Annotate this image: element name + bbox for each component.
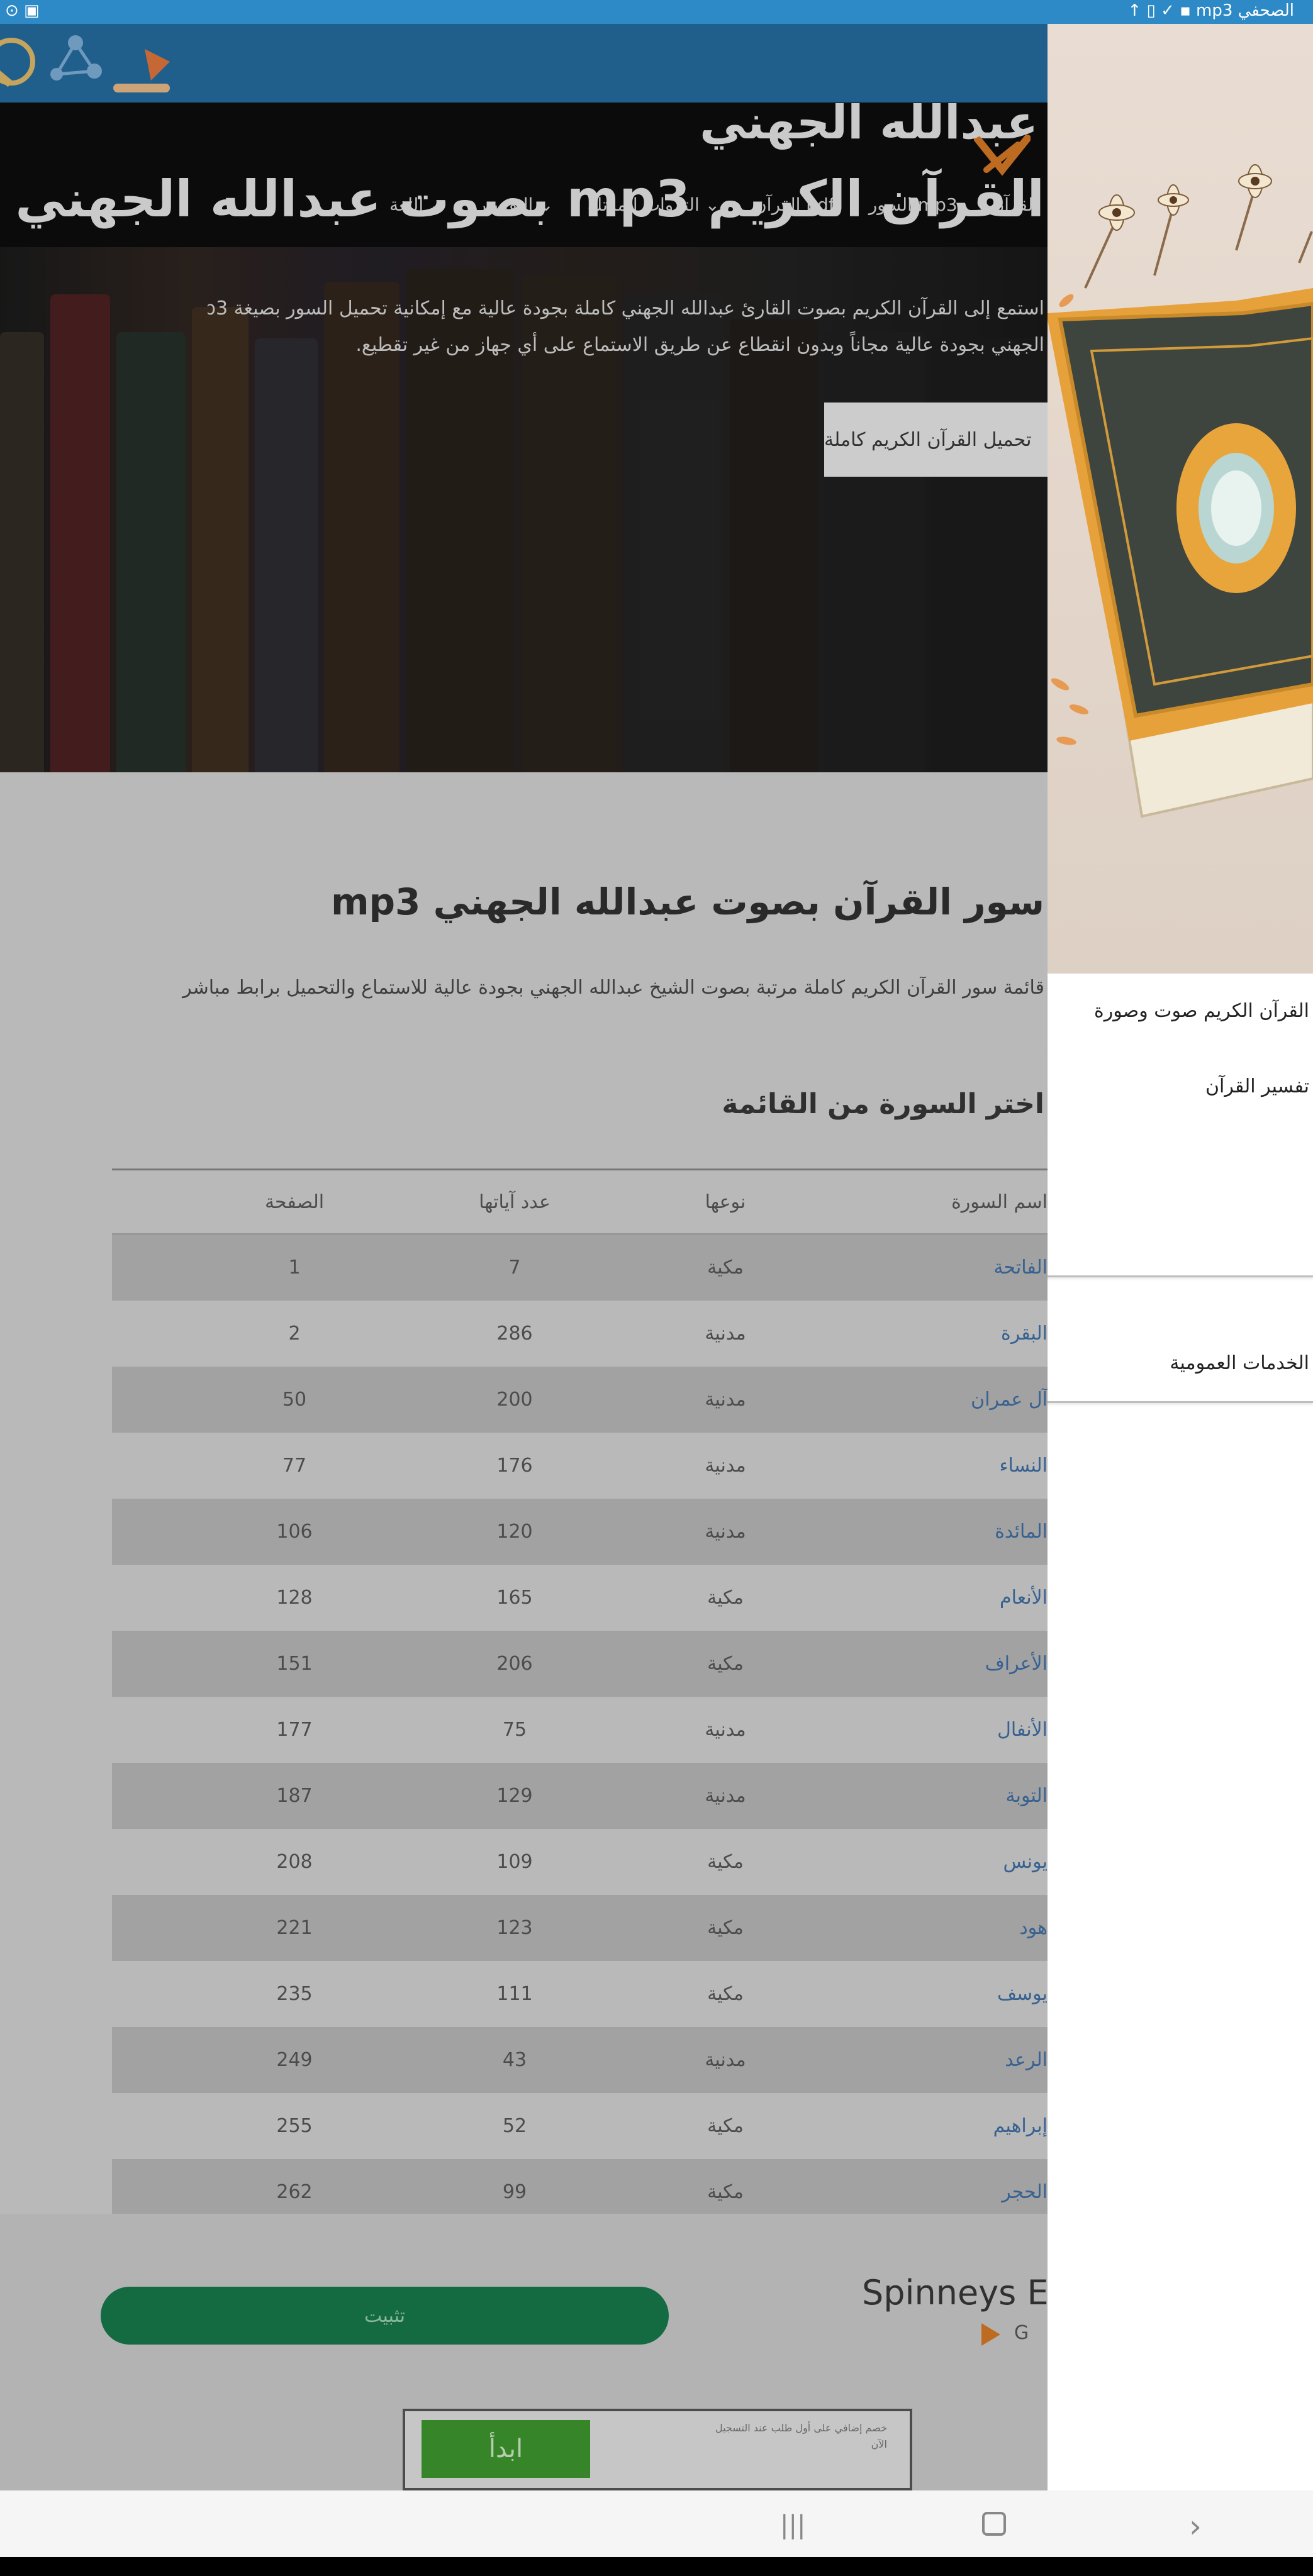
home-icon[interactable] [982,2512,1006,2536]
drawer-item-quran-audio-video[interactable]: القرآن الكريم صوت وصورة [1048,974,1313,1051]
drawer-item-empty-2[interactable] [1048,1200,1313,1277]
status-bar: ⊙ ▣ الصحفي mp3 ▪ ✓ ▯ ↑ [0,0,1313,24]
drawer-item-general-services[interactable]: الخدمات العمومية [1048,1326,1313,1403]
system-nav-bar [0,2490,1313,2557]
drawer-item-label: القرآن الكريم صوت وصورة [1094,1000,1309,1022]
status-left-icons: ⊙ ▣ [5,1,40,20]
screen-bottom-edge [0,2557,1313,2576]
status-right-icons: الصحفي mp3 ▪ ✓ ▯ ↑ [1127,1,1294,20]
drawer-item-label: تفسير القرآن [1205,1075,1309,1097]
drawer-item-empty-1[interactable] [1048,1124,1313,1202]
drawer-item-label: الخدمات العمومية [1170,1352,1309,1374]
drawer-scrim[interactable] [0,24,1048,2490]
drawer-header-image [1048,24,1313,974]
drawer-item-tafsir[interactable]: تفسير القرآن [1048,1049,1313,1126]
back-icon[interactable]: › [1189,2508,1202,2545]
recents-icon[interactable]: ||| [780,2511,805,2540]
